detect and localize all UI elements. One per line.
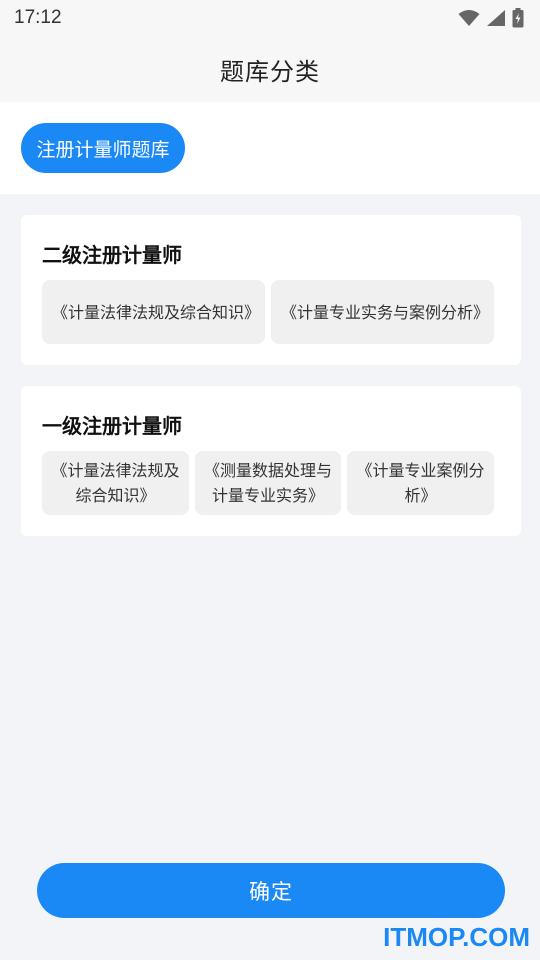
section-card-level-2: 二级注册计量师 《计量法律法规及综合知识》 《计量专业实务与案例分析》 (21, 215, 521, 365)
book-option[interactable]: 《测量数据处理与计量专业实务》 (195, 451, 341, 515)
confirm-button[interactable]: 确定 (37, 863, 505, 918)
book-option[interactable]: 《计量专业案例分析》 (347, 451, 494, 515)
status-bar: 17:12 (0, 0, 540, 36)
status-icons (458, 8, 524, 28)
book-option[interactable]: 《计量专业实务与案例分析》 (271, 280, 494, 344)
status-time: 17:12 (14, 7, 62, 28)
section-title: 一级注册计量师 (42, 414, 182, 438)
category-strip: 注册计量师题库 (0, 102, 540, 194)
wifi-icon (458, 10, 480, 26)
book-option[interactable]: 《计量法律法规及综合知识》 (42, 451, 189, 515)
section-title: 二级注册计量师 (42, 243, 182, 267)
page-title: 题库分类 (220, 57, 320, 86)
cell-signal-icon (487, 10, 505, 26)
watermark-logo: ITMOP.COM (383, 922, 530, 952)
battery-icon (512, 8, 524, 28)
book-list: 《计量法律法规及综合知识》 《测量数据处理与计量专业实务》 《计量专业案例分析》 (42, 451, 494, 515)
book-option[interactable]: 《计量法律法规及综合知识》 (42, 280, 265, 344)
section-card-level-1: 一级注册计量师 《计量法律法规及综合知识》 《测量数据处理与计量专业实务》 《计… (21, 386, 521, 536)
book-list: 《计量法律法规及综合知识》 《计量专业实务与案例分析》 (42, 280, 494, 344)
category-tab-selected[interactable]: 注册计量师题库 (21, 123, 185, 173)
nav-bar: 题库分类 (0, 36, 540, 102)
app-screen: 17:12 题库分类 注册计量师题库 二级注册计量师 《计量法律法规及综合知识》… (0, 0, 540, 960)
